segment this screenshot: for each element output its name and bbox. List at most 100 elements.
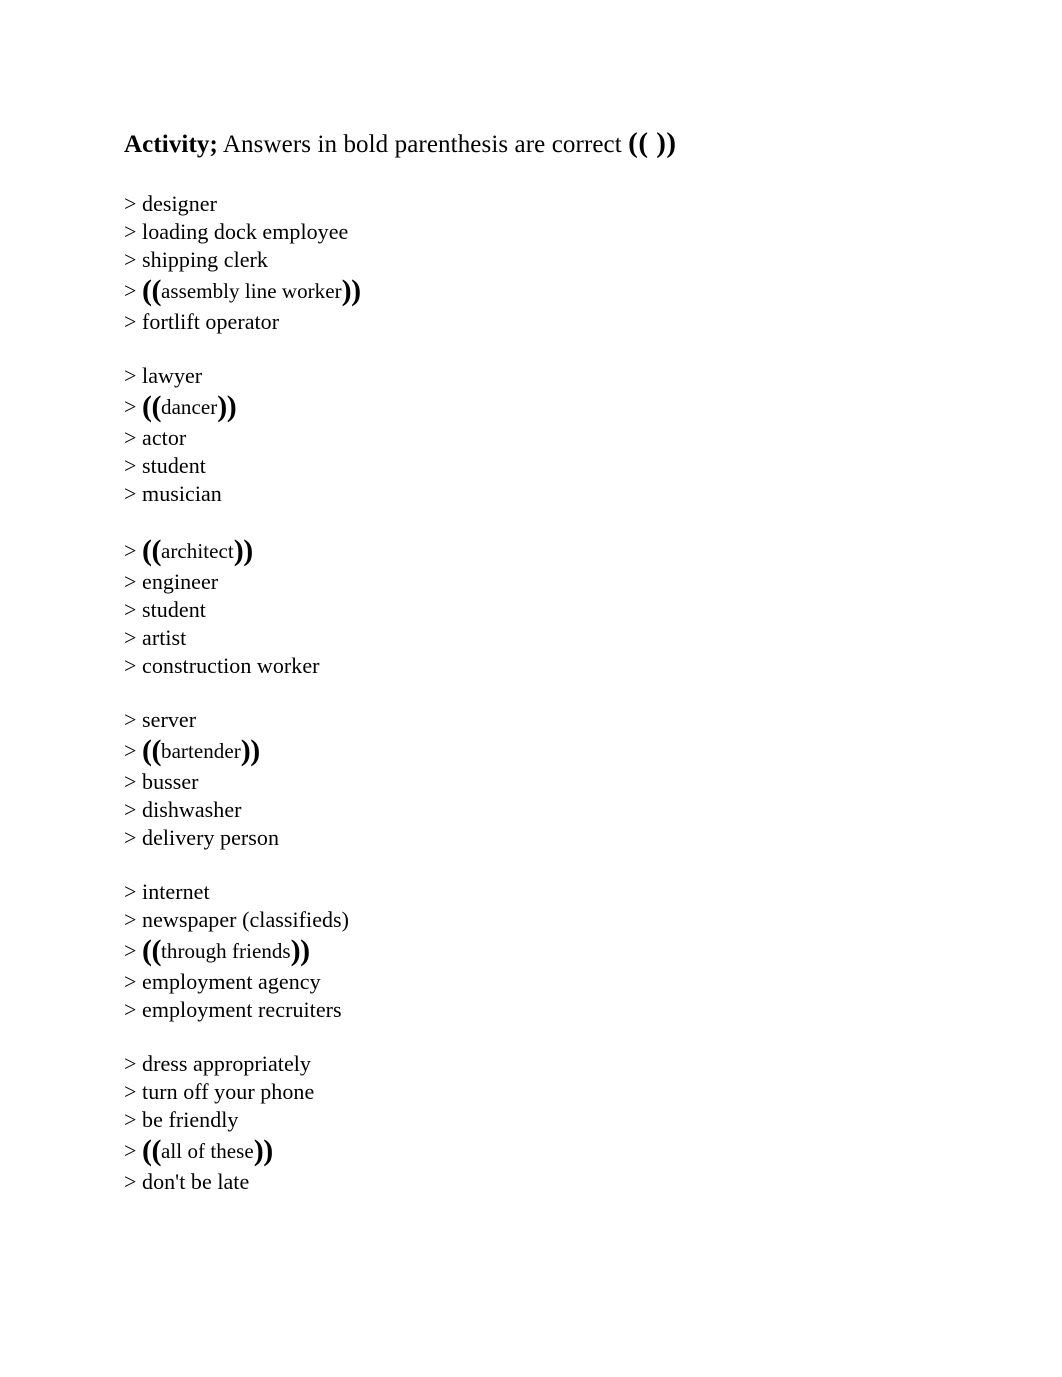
answer-open-paren: (( — [142, 274, 162, 307]
page-title-parens: (( )) — [628, 127, 677, 159]
option-row[interactable]: > newspaper (classifieds) — [124, 906, 944, 934]
option-row-correct[interactable]: > ((architect)) — [124, 534, 944, 568]
question-group: > internet > newspaper (classifieds) > ((t… — [124, 878, 944, 1024]
bullet-marker: > — [124, 738, 137, 763]
answer-close-paren: )) — [253, 1134, 273, 1167]
answer-close-paren: )) — [341, 274, 361, 307]
option-row-correct[interactable]: > ((bartender)) — [124, 734, 944, 768]
option-row-correct[interactable]: > ((all of these)) — [124, 1134, 944, 1168]
page-title: Activity; Answers in bold parenthesis ar… — [124, 126, 944, 162]
bullet-marker: > — [124, 1138, 137, 1163]
option-label: actor — [142, 425, 187, 450]
option-label: employment agency — [142, 969, 321, 994]
bullet-marker: > — [124, 879, 137, 904]
option-row[interactable]: > turn off your phone — [124, 1078, 944, 1106]
question-group: > dress appropriately > turn off your pho… — [124, 1050, 944, 1196]
question-group: > lawyer > ((dancer)) > actor > student > mu… — [124, 362, 944, 508]
page-title-rest: Answers in bold parenthesis are correct — [222, 131, 622, 158]
option-row[interactable]: > dishwasher — [124, 796, 944, 824]
option-label: lawyer — [142, 363, 203, 388]
bullet-marker: > — [124, 997, 137, 1022]
option-label: assembly line worker — [161, 279, 342, 303]
option-row[interactable]: > actor — [124, 424, 944, 452]
answer-open-paren: (( — [142, 534, 162, 567]
option-label: artist — [142, 625, 187, 650]
bullet-marker: > — [124, 453, 137, 478]
bullet-marker: > — [124, 1169, 137, 1194]
bullet-marker: > — [124, 938, 137, 963]
option-row[interactable]: > don't be late — [124, 1168, 944, 1196]
bullet-marker: > — [124, 394, 137, 419]
option-row-correct[interactable]: > ((through friends)) — [124, 934, 944, 968]
option-row[interactable]: > employment agency — [124, 968, 944, 996]
option-label: musician — [142, 481, 222, 506]
document-page: Activity; Answers in bold parenthesis ar… — [0, 0, 1062, 1377]
answer-open-paren: (( — [142, 390, 162, 423]
answer-close-paren: )) — [240, 734, 260, 767]
bullet-marker: > — [124, 707, 137, 732]
option-row[interactable]: > designer — [124, 190, 944, 218]
bullet-marker: > — [124, 309, 137, 334]
bullet-marker: > — [124, 278, 137, 303]
bullet-marker: > — [124, 219, 137, 244]
option-label: designer — [142, 191, 217, 216]
option-row[interactable]: > busser — [124, 768, 944, 796]
option-row[interactable]: > artist — [124, 624, 944, 652]
option-label: dishwasher — [142, 797, 242, 822]
answer-open-paren: (( — [142, 734, 162, 767]
bullet-marker: > — [124, 1051, 137, 1076]
answer-close-paren: )) — [233, 534, 253, 567]
option-row-correct[interactable]: > ((dancer)) — [124, 390, 944, 424]
option-row[interactable]: > student — [124, 596, 944, 624]
option-row[interactable]: > server — [124, 706, 944, 734]
bullet-marker: > — [124, 625, 137, 650]
bullet-marker: > — [124, 363, 137, 388]
question-group: > server > ((bartender)) > busser > dishwas… — [124, 706, 944, 852]
option-row[interactable]: > employment recruiters — [124, 996, 944, 1024]
option-label: shipping clerk — [142, 247, 268, 272]
bullet-marker: > — [124, 247, 137, 272]
bullet-marker: > — [124, 1107, 137, 1132]
bullet-marker: > — [124, 191, 137, 216]
bullet-marker: > — [124, 797, 137, 822]
option-label: all of these — [161, 1139, 254, 1163]
page-title-strong: Activity; — [124, 131, 218, 158]
bullet-marker: > — [124, 653, 137, 678]
option-row[interactable]: > engineer — [124, 568, 944, 596]
option-row[interactable]: > fortlift operator — [124, 308, 944, 336]
option-row[interactable]: > internet — [124, 878, 944, 906]
option-row[interactable]: > lawyer — [124, 362, 944, 390]
option-row[interactable]: > musician — [124, 480, 944, 508]
question-group-list: > designer > loading dock employee > shipp… — [124, 190, 944, 1196]
answer-open-paren: (( — [142, 1134, 162, 1167]
bullet-marker: > — [124, 425, 137, 450]
option-label: don't be late — [142, 1169, 250, 1194]
option-label: student — [142, 597, 206, 622]
question-group: > ((architect)) > engineer > student > arti… — [124, 534, 944, 680]
option-row-correct[interactable]: > ((assembly line worker)) — [124, 274, 944, 308]
bullet-marker: > — [124, 569, 137, 594]
bullet-marker: > — [124, 907, 137, 932]
option-label: employment recruiters — [142, 997, 342, 1022]
bullet-marker: > — [124, 481, 137, 506]
answer-close-paren: )) — [290, 934, 310, 967]
option-row[interactable]: > shipping clerk — [124, 246, 944, 274]
option-row[interactable]: > student — [124, 452, 944, 480]
option-row[interactable]: > loading dock employee — [124, 218, 944, 246]
option-row[interactable]: > construction worker — [124, 652, 944, 680]
option-label: be friendly — [142, 1107, 239, 1132]
option-row[interactable]: > dress appropriately — [124, 1050, 944, 1078]
bullet-marker: > — [124, 825, 137, 850]
option-row[interactable]: > delivery person — [124, 824, 944, 852]
option-label: dress appropriately — [142, 1051, 311, 1076]
question-group: > designer > loading dock employee > shipp… — [124, 190, 944, 336]
option-label: internet — [142, 879, 210, 904]
bullet-marker: > — [124, 1079, 137, 1104]
option-label: fortlift operator — [142, 309, 280, 334]
option-label: through friends — [161, 939, 291, 963]
bullet-marker: > — [124, 597, 137, 622]
option-label: newspaper (classifieds) — [142, 907, 350, 932]
option-row[interactable]: > be friendly — [124, 1106, 944, 1134]
option-label: loading dock employee — [142, 219, 349, 244]
option-label: engineer — [142, 569, 219, 594]
